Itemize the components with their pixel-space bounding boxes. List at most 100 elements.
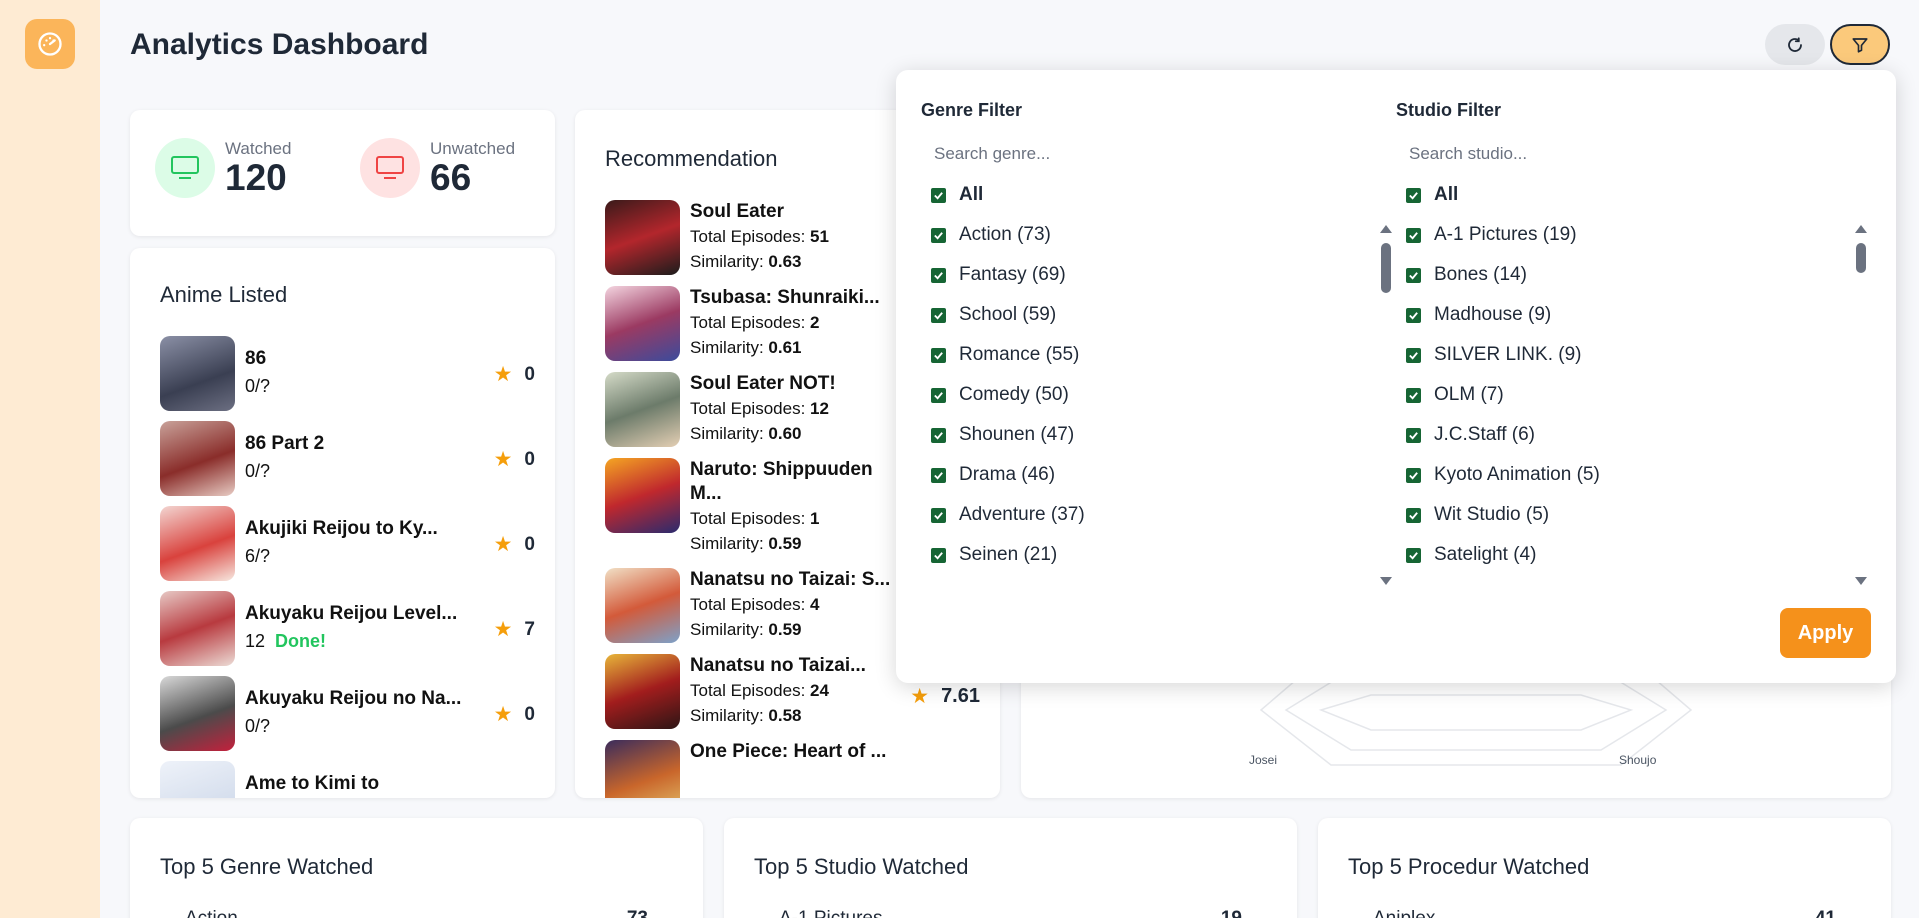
- scroll-up-icon[interactable]: [1855, 225, 1867, 233]
- checkbox-checked-icon[interactable]: [931, 267, 946, 283]
- table-row: Action 73: [185, 908, 648, 918]
- studio-search-input[interactable]: [1396, 138, 1836, 170]
- star-icon: ★: [493, 618, 513, 641]
- dashboard-logo-button[interactable]: [25, 19, 75, 69]
- row-value: 41: [1815, 908, 1836, 918]
- studio-option-all[interactable]: All: [1406, 183, 1458, 207]
- studio-option[interactable]: Kyoto Animation (5): [1406, 463, 1600, 487]
- studio-option[interactable]: OLM (7): [1406, 383, 1504, 407]
- checkbox-checked-icon[interactable]: [931, 387, 946, 403]
- list-item[interactable]: 86 Part 2 0/? ★ 0: [160, 421, 535, 506]
- episodes-value: 4: [810, 595, 820, 614]
- similarity-label: Similarity:: [690, 338, 764, 357]
- star-icon: ★: [493, 703, 513, 726]
- similarity-label: Similarity:: [690, 620, 764, 639]
- page-title: Analytics Dashboard: [130, 28, 429, 61]
- studio-option[interactable]: J.C.Staff (6): [1406, 423, 1535, 447]
- rating-value: 0: [524, 448, 535, 470]
- genre-option[interactable]: School (59): [931, 303, 1056, 327]
- table-row: Aniplex 41: [1373, 908, 1836, 918]
- checkbox-checked-icon[interactable]: [931, 187, 946, 203]
- checkbox-checked-icon[interactable]: [931, 227, 946, 243]
- checkbox-checked-icon[interactable]: [1406, 387, 1421, 403]
- scroll-down-icon[interactable]: [1855, 577, 1867, 585]
- genre-option[interactable]: Romance (55): [931, 343, 1079, 367]
- studio-option[interactable]: Bones (14): [1406, 263, 1527, 287]
- anime-cover: [605, 740, 680, 798]
- genre-option[interactable]: Seinen (21): [931, 543, 1057, 567]
- list-item[interactable]: Akujiki Reijou to Ky... 6/? ★ 0: [160, 506, 535, 591]
- list-item[interactable]: One Piece: Heart of ...: [605, 740, 980, 798]
- genre-search-input[interactable]: [921, 138, 1361, 170]
- genre-option[interactable]: Fantasy (69): [931, 263, 1066, 287]
- top-genre-title: Top 5 Genre Watched: [160, 854, 374, 879]
- option-label: Action (73): [959, 224, 1051, 245]
- option-label: All: [959, 184, 984, 205]
- checkbox-checked-icon[interactable]: [1406, 347, 1421, 363]
- checkbox-checked-icon[interactable]: [931, 347, 946, 363]
- similarity-label: Similarity:: [690, 534, 764, 553]
- unwatched-stat: Unwatched 66: [360, 138, 515, 198]
- checkbox-checked-icon[interactable]: [931, 467, 946, 483]
- list-item[interactable]: Ame to Kimi to: [160, 761, 535, 798]
- genre-option[interactable]: Drama (46): [931, 463, 1055, 487]
- refresh-button[interactable]: [1765, 24, 1825, 65]
- checkbox-checked-icon[interactable]: [931, 307, 946, 323]
- studio-options-list[interactable]: A-1 Pictures (19) Bones (14) Madhouse (9…: [1371, 220, 1871, 650]
- genre-option[interactable]: Comedy (50): [931, 383, 1069, 407]
- checkbox-checked-icon[interactable]: [1406, 187, 1421, 203]
- option-label: All: [1434, 184, 1459, 205]
- option-label: Bones (14): [1434, 264, 1527, 285]
- studio-option[interactable]: Wit Studio (5): [1406, 503, 1549, 527]
- studio-scrollbar[interactable]: [1854, 225, 1868, 585]
- genre-options-list[interactable]: Action (73) Fantasy (69) School (59) Rom…: [896, 220, 1396, 650]
- option-label: Drama (46): [959, 464, 1056, 485]
- checkbox-checked-icon[interactable]: [1406, 227, 1421, 243]
- genre-option-all[interactable]: All: [931, 183, 983, 207]
- studio-option[interactable]: SILVER LINK. (9): [1406, 343, 1581, 367]
- filter-button[interactable]: [1830, 24, 1890, 65]
- anime-cover: [160, 761, 235, 798]
- list-item[interactable]: 86 0/? ★ 0: [160, 336, 535, 421]
- episodes-label: Total Episodes:: [690, 509, 806, 528]
- checkbox-checked-icon[interactable]: [1406, 427, 1421, 443]
- genre-option[interactable]: Adventure (37): [931, 503, 1085, 527]
- studio-option[interactable]: A-1 Pictures (19): [1406, 223, 1577, 247]
- checkbox-checked-icon[interactable]: [931, 547, 946, 563]
- episodes-label: Total Episodes:: [690, 399, 806, 418]
- anime-title: Ame to Kimi to: [245, 773, 380, 794]
- checkbox-checked-icon[interactable]: [1406, 547, 1421, 563]
- row-label: Action: [185, 908, 238, 918]
- checkbox-checked-icon[interactable]: [1406, 307, 1421, 323]
- apply-button[interactable]: Apply: [1780, 608, 1871, 658]
- checkbox-checked-icon[interactable]: [931, 427, 946, 443]
- studio-option[interactable]: Madhouse (9): [1406, 303, 1551, 327]
- checkbox-checked-icon[interactable]: [1406, 267, 1421, 283]
- checkbox-checked-icon[interactable]: [1406, 507, 1421, 523]
- episodes-label: Total Episodes:: [690, 227, 806, 246]
- checkbox-checked-icon[interactable]: [931, 507, 946, 523]
- episodes-value: 51: [810, 227, 829, 246]
- similarity-value: 0.63: [768, 252, 802, 271]
- genre-option[interactable]: Action (73): [931, 223, 1051, 247]
- anime-cover: [160, 336, 235, 411]
- anime-progress: 12 Done!: [245, 631, 326, 652]
- checkbox-checked-icon[interactable]: [1406, 467, 1421, 483]
- list-item[interactable]: Akuyaku Reijou Level... 12 Done! ★ 7: [160, 591, 535, 676]
- anime-cover: [605, 458, 680, 533]
- row-label: Aniplex: [1373, 908, 1435, 918]
- rating: ★ 0: [494, 362, 535, 387]
- episodes-label: Total Episodes:: [690, 595, 806, 614]
- anime-progress: 6/?: [245, 546, 271, 566]
- list-item[interactable]: Akuyaku Reijou no Na... 0/? ★ 0: [160, 676, 535, 761]
- similarity-label: Similarity:: [690, 424, 764, 443]
- option-label: Adventure (37): [959, 504, 1085, 525]
- anime-title: One Piece: Heart of ...: [690, 741, 887, 762]
- studio-option[interactable]: Satelight (4): [1406, 543, 1536, 567]
- anime-cover: [605, 568, 680, 643]
- scroll-thumb[interactable]: [1856, 243, 1866, 273]
- genre-option[interactable]: Shounen (47): [931, 423, 1074, 447]
- anime-title: 86 Part 2: [245, 433, 325, 454]
- option-label: Wit Studio (5): [1434, 504, 1550, 525]
- rating: ★ 0: [494, 702, 535, 727]
